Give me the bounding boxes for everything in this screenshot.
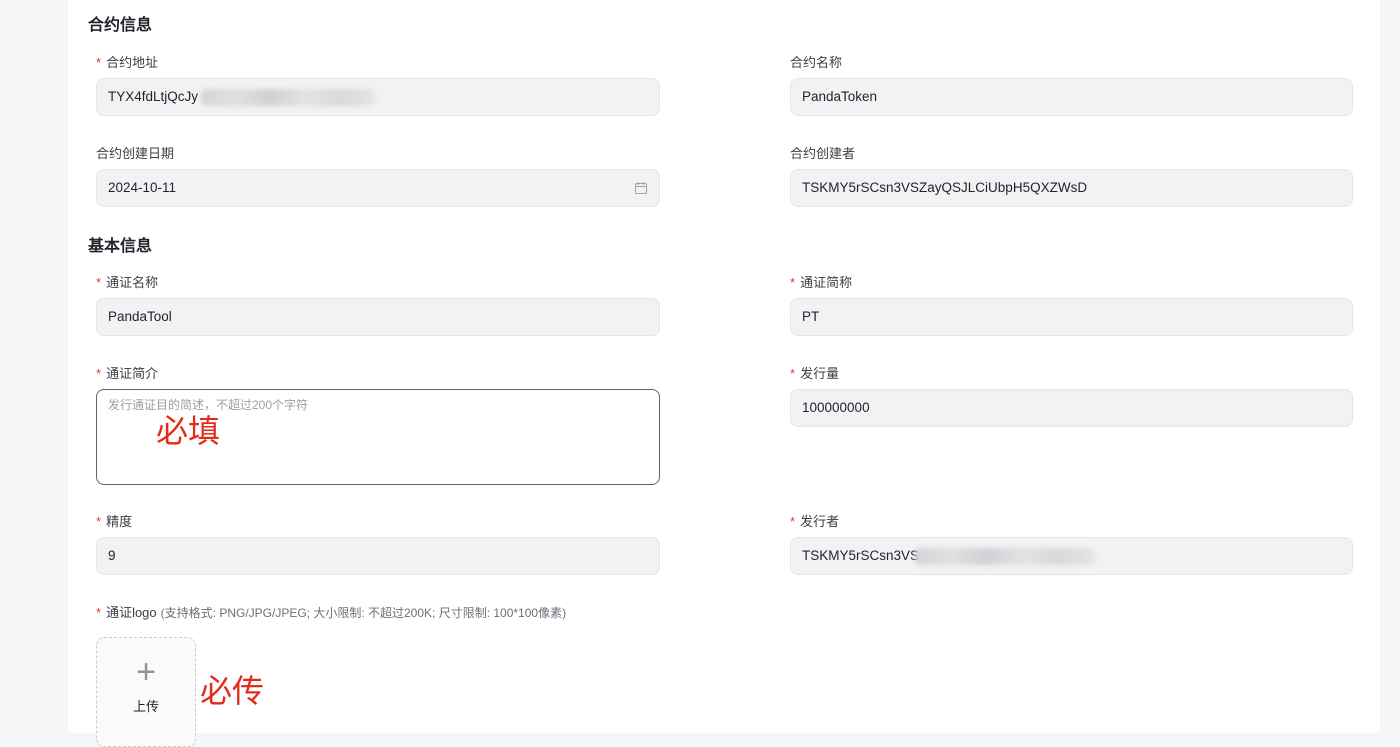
section-title-basic: 基本信息 — [88, 238, 153, 255]
required-star: * — [96, 275, 102, 290]
token-name-label: * 通证名称 — [96, 275, 159, 290]
contract-address-label: * 合约地址 — [96, 55, 159, 70]
token-symbol-field: * 通证简称 PT — [790, 272, 1353, 338]
token-intro-label: * 通证简介 — [96, 366, 159, 381]
required-star: * — [96, 55, 102, 70]
required-star: * — [96, 514, 102, 529]
supply-label: * 发行量 — [790, 366, 840, 381]
annotation-required-upload: 必传 — [200, 672, 265, 710]
issuer-label: * 发行者 — [790, 514, 840, 529]
token-logo-field: * 通证logo (支持格式: PNG/JPG/JPEG; 大小限制: 不超过200… — [96, 602, 796, 622]
required-star: * — [790, 514, 796, 529]
precision-input[interactable]: 9 — [96, 537, 660, 575]
redacted-blur — [915, 548, 1095, 565]
form-card: 合约信息 * 合约地址 TYX4fdLtjQcJy 合约名称 PandaToken… — [68, 0, 1380, 747]
contract-name-field: 合约名称 PandaToken — [790, 52, 1353, 118]
token-name-field: * 通证名称 PandaTool — [96, 272, 660, 338]
required-star: * — [790, 275, 796, 290]
supply-field: * 发行量 100000000 — [790, 363, 1353, 429]
contract-creator-label: 合约创建者 — [790, 146, 856, 161]
contract-created-date-input[interactable]: 2024-10-11 — [96, 169, 660, 207]
contract-created-date-label: 合约创建日期 — [96, 146, 175, 161]
contract-name-label: 合约名称 — [790, 55, 843, 70]
issuer-input[interactable]: TSKMY5rSCsn3VS — [790, 537, 1353, 575]
required-star: * — [96, 366, 102, 381]
annotation-required-fill: 必填 — [156, 412, 221, 450]
contract-name-input[interactable]: PandaToken — [790, 78, 1353, 116]
section-title-contract: 合约信息 — [88, 17, 153, 34]
redacted-blur — [201, 89, 375, 106]
token-logo-hint: (支持格式: PNG/JPG/JPEG; 大小限制: 不超过200K; 尺寸限制… — [160, 606, 567, 620]
calendar-icon[interactable] — [635, 182, 647, 194]
contract-creator-field: 合约创建者 TSKMY5rSCsn3VSZayQSJLCiUbpH5QXZWsD — [790, 143, 1353, 209]
contract-address-input[interactable]: TYX4fdLtjQcJy — [96, 78, 660, 116]
upload-label: 上传 — [132, 699, 159, 714]
precision-label: * 精度 — [96, 514, 133, 529]
token-symbol-input[interactable]: PT — [790, 298, 1353, 336]
token-logo-label: * 通证logo (支持格式: PNG/JPG/JPEG; 大小限制: 不超过200… — [96, 605, 567, 620]
required-star: * — [790, 366, 796, 381]
token-symbol-label: * 通证简称 — [790, 275, 853, 290]
supply-input[interactable]: 100000000 — [790, 389, 1353, 427]
plus-icon: + — [136, 653, 156, 691]
contract-address-field: * 合约地址 TYX4fdLtjQcJy — [96, 52, 660, 118]
required-star: * — [96, 605, 102, 620]
logo-upload-button[interactable]: + 上传 — [96, 637, 196, 747]
contract-created-date-field: 合约创建日期 2024-10-11 — [96, 143, 660, 209]
token-name-input[interactable]: PandaTool — [96, 298, 660, 336]
precision-field: * 精度 9 — [96, 511, 660, 577]
issuer-field: * 发行者 TSKMY5rSCsn3VS — [790, 511, 1353, 577]
contract-creator-input[interactable]: TSKMY5rSCsn3VSZayQSJLCiUbpH5QXZWsD — [790, 169, 1353, 207]
